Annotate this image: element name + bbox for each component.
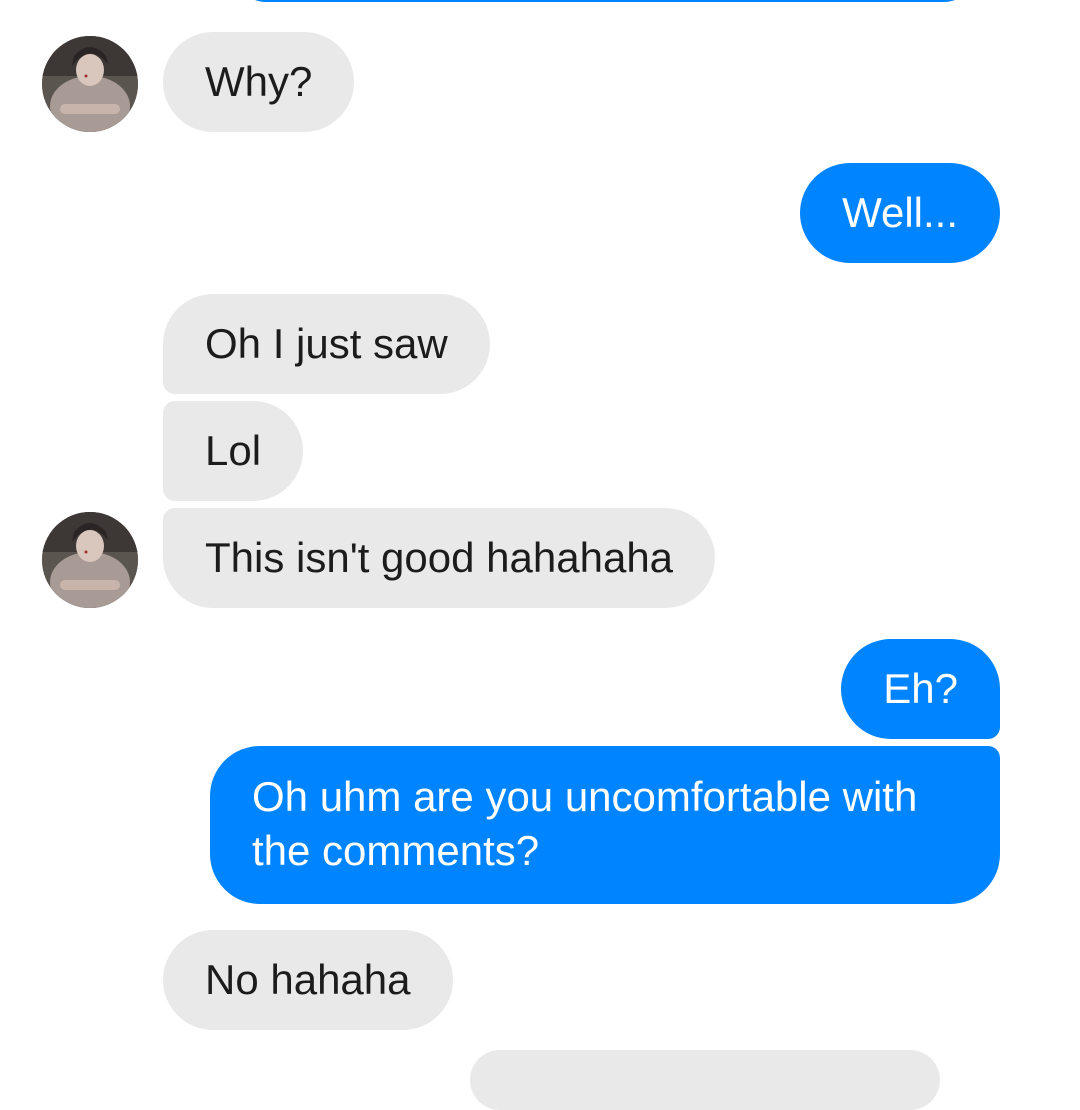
message-thread: Why? Well... Oh I just saw Lol This isn'… <box>0 0 1080 1110</box>
message-text: Why? <box>205 58 313 105</box>
contact-avatar[interactable] <box>42 36 138 132</box>
message-text: Oh uhm are you uncomfortable with the co… <box>252 773 918 874</box>
message-bubble-incoming[interactable]: Lol <box>163 401 304 501</box>
contact-avatar[interactable] <box>42 512 138 608</box>
message-bubble-incoming[interactable]: Oh I just saw <box>163 294 490 394</box>
message-text: No hahaha <box>205 956 411 1003</box>
message-text: Oh I just saw <box>205 320 448 367</box>
avatar-photo-icon <box>42 36 138 132</box>
message-text: This isn't good hahahaha <box>205 534 674 581</box>
message-bubble-outgoing[interactable]: Oh uhm are you uncomfortable with the co… <box>210 746 1000 904</box>
message-bubble-incoming[interactable]: Why? <box>163 32 355 132</box>
message-text: Well... <box>842 189 958 236</box>
message-text: Lol <box>205 427 262 474</box>
message-bubble-incoming[interactable]: This isn't good hahahaha <box>163 508 716 608</box>
message-bubble-outgoing[interactable]: Well... <box>800 163 1000 263</box>
avatar-photo-icon <box>42 512 138 608</box>
partial-outgoing-bubble-top <box>235 0 975 2</box>
message-bubble-outgoing[interactable]: Eh? <box>841 639 1000 739</box>
partial-incoming-bubble-bottom <box>470 1050 940 1110</box>
message-text: Eh? <box>883 665 958 712</box>
message-bubble-incoming[interactable]: No hahaha <box>163 930 453 1030</box>
